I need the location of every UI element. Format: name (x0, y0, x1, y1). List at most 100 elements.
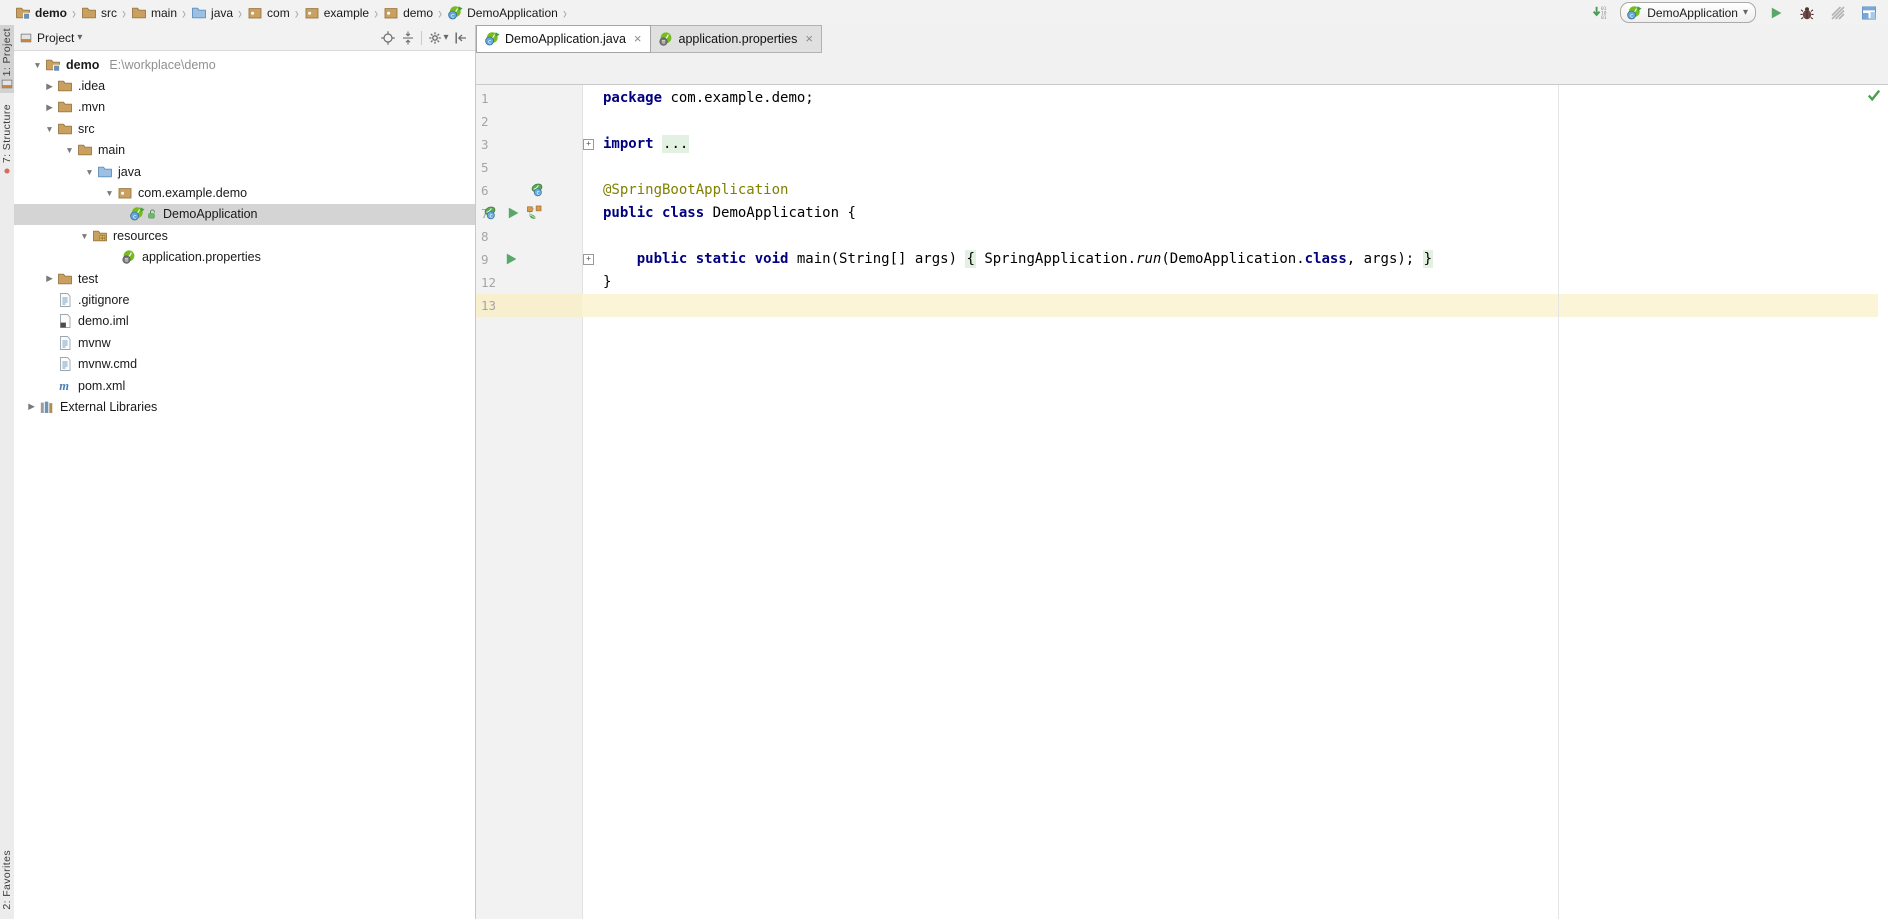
breadcrumb-item-com[interactable]: com (244, 4, 293, 22)
tree-item-demo.iml[interactable]: demo.iml (14, 311, 475, 332)
tree-item-test[interactable]: ▶ test (14, 268, 475, 289)
tree-item-java[interactable]: ▼ java (14, 161, 475, 182)
code-line-6[interactable]: 6 @SpringBootApplication c (476, 179, 1878, 202)
code-line-7[interactable]: 7 public class DemoApplication {c (476, 202, 1878, 225)
code-line-9[interactable]: 9 + public static void main(String[] args… (476, 248, 1878, 271)
tree-item-demoapplication[interactable]: c DemoApplication (14, 203, 475, 226)
run-configuration-select[interactable]: c DemoApplication ▾ (1620, 2, 1756, 23)
code-line-12[interactable]: 12} (476, 271, 1878, 294)
line-number: 5 (476, 156, 582, 179)
breadcrumb: demo › src › main › java › com › example › demo › c Dem… (0, 0, 568, 25)
expand-arrow-icon[interactable]: ▶ (24, 401, 39, 412)
springboot-run-icon: c (447, 5, 463, 21)
project-panel-title: Project (37, 30, 75, 45)
spring-bean-icon: c (482, 205, 498, 221)
coverage-button[interactable] (1827, 2, 1849, 24)
fold-marker[interactable]: + (583, 254, 594, 265)
code-line-8[interactable]: 8 (476, 225, 1878, 248)
breadcrumb-item-demo[interactable]: demo (380, 4, 436, 22)
tree-item-mvnw.cmd[interactable]: mvnw.cmd (14, 353, 475, 374)
expand-arrow-icon[interactable]: ▶ (42, 81, 57, 92)
breadcrumb-label: DemoApplication (467, 5, 558, 20)
layout-icon (1861, 5, 1877, 21)
expand-arrow-icon[interactable]: ▶ (42, 273, 57, 284)
gear-button[interactable]: ▾ (425, 28, 451, 48)
tree-item-mvnw[interactable]: mvnw (14, 332, 475, 353)
breadcrumb-separator: › (72, 2, 77, 23)
code-editor[interactable]: 1 package com.example.demo; 2 3 + import ... 5… (476, 85, 1888, 919)
svg-text:m: m (59, 379, 69, 393)
code-line-3[interactable]: 3 + import ... (476, 133, 1878, 156)
resources-folder-icon (92, 228, 108, 244)
collapse-arrow-icon[interactable]: ▼ (82, 167, 97, 177)
debug-button[interactable] (1796, 2, 1818, 24)
vcs-update-button[interactable]: 01 10 01 (1589, 2, 1611, 24)
aim-button[interactable] (378, 28, 398, 48)
tree-item-resources[interactable]: ▼ resources (14, 225, 475, 246)
close-tab-icon[interactable]: × (634, 32, 642, 45)
breadcrumb-item-java[interactable]: java (188, 4, 236, 22)
red-dot-icon (1, 165, 13, 177)
code-line-5[interactable]: 5 (476, 156, 1878, 179)
editor-tab-demoapplication.java[interactable]: c DemoApplication.java × (476, 25, 651, 53)
springboot-run-icon: c (1626, 5, 1642, 21)
tree-item-label: src (78, 121, 95, 136)
tree-item-label: .gitignore (78, 292, 130, 307)
chevron-down-icon: ▾ (443, 32, 449, 43)
code-line-1[interactable]: 1 package com.example.demo; (476, 87, 1878, 110)
tree-item-.idea[interactable]: ▶ .idea (14, 75, 475, 96)
tree-item-label: mvnw.cmd (78, 357, 138, 372)
tree-item-label: DemoApplication (163, 207, 258, 222)
text-file-icon (57, 292, 73, 308)
run-button[interactable] (1765, 2, 1787, 24)
breadcrumb-label: com (267, 5, 290, 20)
layout-button[interactable] (1858, 2, 1880, 24)
collapse-arrow-icon[interactable]: ▼ (102, 188, 117, 198)
tree-item-demo[interactable]: ▼ demo E:\workplace\demo (14, 54, 475, 75)
collapse-arrow-icon[interactable]: ▼ (30, 60, 45, 70)
text-file-icon (57, 335, 73, 351)
tree-item-label: demo (66, 57, 100, 72)
folder-icon (57, 121, 73, 137)
tree-item-.mvn[interactable]: ▶ .mvn (14, 97, 475, 118)
run-triangle-icon[interactable] (503, 251, 519, 267)
collapse-arrow-icon[interactable]: ▼ (42, 124, 57, 134)
tree-item-label: .idea (78, 79, 106, 94)
svg-text:c: c (451, 11, 455, 19)
collapse-arrow-icon[interactable]: ▼ (77, 231, 92, 241)
tool-strip-label: 7: Structure (1, 104, 13, 164)
tree-item-src[interactable]: ▼ src (14, 118, 475, 139)
folder-icon (57, 271, 73, 287)
code-line-2[interactable]: 2 (476, 110, 1878, 133)
scroll-source-button[interactable] (398, 28, 418, 48)
hide-button[interactable] (451, 28, 471, 48)
tree-item-external-libraries[interactable]: ▶ External Libraries (14, 396, 475, 417)
collapse-arrow-icon[interactable]: ▼ (62, 145, 77, 155)
editor-tab-application.properties[interactable]: application.properties × (650, 25, 822, 53)
run-triangle-icon[interactable] (505, 205, 521, 221)
tree-item-.gitignore[interactable]: .gitignore (14, 289, 475, 310)
tool-strip-button-project[interactable]: 1: Project (0, 25, 14, 94)
project-view-dropdown-arrow[interactable]: ▾ (77, 32, 82, 43)
expand-arrow-icon[interactable]: ▶ (42, 102, 57, 113)
tool-strip-button-structure[interactable]: 7: Structure (0, 101, 14, 180)
tree-item-pom.xml[interactable]: m pom.xml (14, 375, 475, 396)
breadcrumb-item-src[interactable]: src (78, 4, 120, 22)
tree-item-label: application.properties (142, 250, 261, 265)
chevron-down-icon: ▾ (1742, 7, 1748, 18)
breadcrumb-item-example[interactable]: example (301, 4, 372, 22)
editor-tab-bar: c DemoApplication.java × application.proper… (476, 25, 1888, 53)
fold-marker[interactable]: + (583, 139, 594, 150)
tree-item-main[interactable]: ▼ main (14, 140, 475, 161)
breadcrumb-label: src (101, 5, 118, 20)
close-tab-icon[interactable]: × (805, 32, 813, 45)
tree-item-com.example.demo[interactable]: ▼ com.example.demo (14, 182, 475, 203)
code-line-13[interactable]: 13 (476, 294, 1878, 317)
tool-strip-button-favorites[interactable]: 2: Favorites (0, 847, 14, 913)
svg-text:c: c (133, 213, 137, 221)
breadcrumb-item-demo[interactable]: demo (12, 4, 70, 22)
spring-properties-icon (121, 249, 137, 265)
tree-item-application.properties[interactable]: application.properties (14, 247, 475, 268)
breadcrumb-item-main[interactable]: main (128, 4, 180, 22)
breadcrumb-item-DemoApplication[interactable]: c DemoApplication (444, 4, 561, 22)
